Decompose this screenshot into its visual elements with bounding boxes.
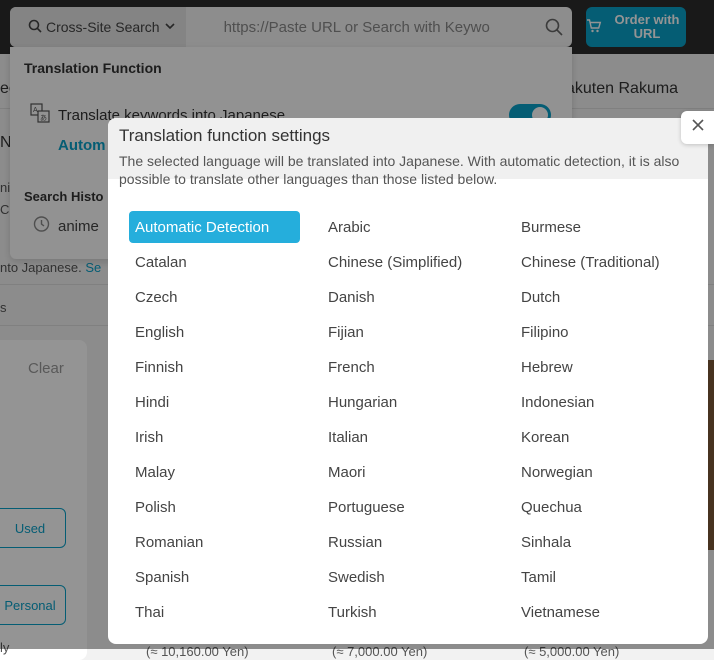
language-option[interactable]: Turkish [322, 596, 493, 628]
language-option[interactable]: Finnish [129, 351, 300, 383]
language-option[interactable]: Polish [129, 491, 300, 523]
language-option[interactable]: Catalan [129, 246, 300, 278]
language-option[interactable]: Korean [515, 421, 686, 453]
language-option[interactable]: Indonesian [515, 386, 686, 418]
language-option[interactable]: Spanish [129, 561, 300, 593]
language-option[interactable]: Czech [129, 281, 300, 313]
language-option[interactable]: Romanian [129, 526, 300, 558]
translation-settings-modal: Translation function settings The select… [108, 118, 708, 644]
language-option[interactable]: Chinese (Simplified) [322, 246, 493, 278]
language-option[interactable]: Filipino [515, 316, 686, 348]
language-option[interactable]: Portuguese [322, 491, 493, 523]
language-option[interactable]: Chinese (Traditional) [515, 246, 686, 278]
language-option[interactable]: Vietnamese [515, 596, 686, 628]
language-option[interactable]: Malay [129, 456, 300, 488]
language-option[interactable]: Sinhala [515, 526, 686, 558]
language-option[interactable]: Dutch [515, 281, 686, 313]
language-option[interactable]: Swedish [322, 561, 493, 593]
language-option[interactable]: Fijian [322, 316, 493, 348]
language-grid: Automatic Detection Arabic Burmese Catalan C… [129, 211, 708, 631]
language-option[interactable]: Italian [322, 421, 493, 453]
language-option[interactable]: Hindi [129, 386, 300, 418]
close-button[interactable] [681, 111, 714, 144]
language-option[interactable]: Automatic Detection [129, 211, 300, 243]
language-option[interactable]: Hebrew [515, 351, 686, 383]
language-option[interactable]: Norwegian [515, 456, 686, 488]
language-option[interactable]: Russian [322, 526, 493, 558]
language-option[interactable]: Hungarian [322, 386, 493, 418]
language-option[interactable]: Danish [322, 281, 493, 313]
language-option[interactable]: English [129, 316, 300, 348]
language-option[interactable]: Burmese [515, 211, 686, 243]
modal-description: The selected language will be translated… [119, 153, 680, 187]
language-option[interactable]: Tamil [515, 561, 686, 593]
close-icon [691, 118, 705, 137]
language-option[interactable]: Thai [129, 596, 300, 628]
modal-header: Translation function settings The select… [108, 118, 708, 187]
language-option[interactable]: Quechua [515, 491, 686, 523]
language-option[interactable]: Arabic [322, 211, 493, 243]
language-option[interactable]: Maori [322, 456, 493, 488]
language-option[interactable]: Irish [129, 421, 300, 453]
modal-title: Translation function settings [119, 126, 331, 145]
language-option[interactable]: French [322, 351, 493, 383]
